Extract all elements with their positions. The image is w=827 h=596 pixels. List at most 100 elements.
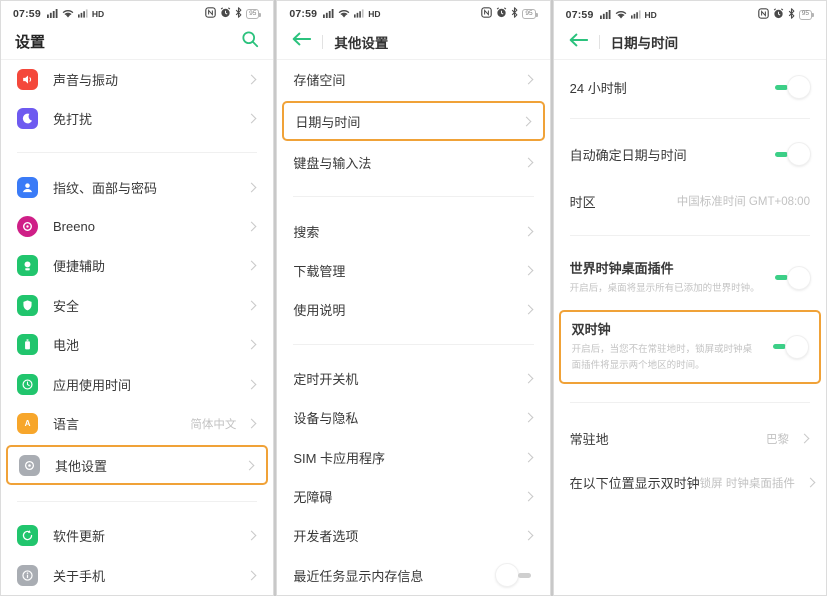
wifi-icon (62, 5, 74, 23)
settings-item-security[interactable]: 安全 (1, 286, 273, 325)
assistant-icon (17, 255, 38, 276)
battery-icon (17, 334, 38, 355)
status-bar: 07:59 HD 95 (1, 1, 273, 25)
settings-item-biometrics[interactable]: 指纹、面部与密码 (1, 167, 273, 206)
search-icon[interactable] (241, 30, 259, 53)
other-item-accessibility[interactable]: 无障碍 (277, 477, 549, 516)
item-label: 日期与时间 (295, 112, 360, 131)
chevron-right-icon (523, 266, 533, 276)
other-item-user-guide[interactable]: 使用说明 (277, 290, 549, 329)
item-value: 中国标准时间 GMT+08:00 (677, 193, 810, 209)
chevron-right-icon (247, 222, 257, 232)
24-hour-toggle[interactable] (772, 76, 810, 98)
item-label: 定时开关机 (293, 369, 358, 388)
item-label: 指纹、面部与密码 (53, 178, 157, 197)
settings-item-software-update[interactable]: 软件更新 (1, 516, 273, 555)
chevron-right-icon (521, 116, 531, 126)
back-arrow-icon[interactable] (568, 32, 588, 53)
battery-percent: 95 (249, 11, 256, 18)
other-item-scheduled-power[interactable]: 定时开关机 (277, 359, 549, 398)
chevron-right-icon (247, 182, 257, 192)
other-item-recent-tasks-memory: 最近任务显示内存信息 (277, 556, 549, 595)
chevron-right-icon (247, 570, 257, 580)
chevron-right-icon (805, 478, 815, 488)
battery-status-icon: 95 (522, 9, 535, 19)
hd-volte-icon: HD (368, 9, 380, 19)
bluetooth-icon (788, 6, 795, 24)
item-label: 电池 (53, 335, 79, 354)
other-item-downloads[interactable]: 下载管理 (277, 251, 549, 290)
alarm-icon (220, 5, 231, 23)
bluetooth-icon (235, 5, 242, 23)
item-label: 下载管理 (293, 261, 345, 280)
auto-date-time-toggle[interactable] (772, 143, 810, 165)
other-item-sim-apps[interactable]: SIM 卡应用程序 (277, 437, 549, 476)
wifi-icon (615, 6, 627, 24)
item-label: 声音与振动 (53, 70, 118, 89)
chevron-right-icon (247, 74, 257, 84)
divider (599, 35, 600, 49)
item-label: 免打扰 (53, 109, 92, 128)
item-label: 使用说明 (293, 300, 345, 319)
dt-item-dual-clock-locations[interactable]: 在以下位置显示双时钟 锁屏 时钟桌面插件 (554, 461, 826, 505)
recent-tasks-memory-toggle[interactable] (496, 564, 534, 586)
other-item-search[interactable]: 搜索 (277, 211, 549, 250)
chevron-right-icon (523, 226, 533, 236)
dt-item-resident-city[interactable]: 常驻地 巴黎 (554, 417, 826, 461)
triple-screenshot-composite: 07:59 HD 95 设置 声音与振动 (0, 0, 827, 596)
item-label: 世界时钟桌面插件 (570, 261, 674, 276)
shield-icon (17, 295, 38, 316)
other-item-keyboard[interactable]: 键盘与输入法 (277, 143, 549, 182)
settings-item-battery[interactable]: 电池 (1, 325, 273, 364)
chevron-right-icon (247, 300, 257, 310)
settings-item-screen-time[interactable]: 应用使用时间 (1, 364, 273, 403)
page-title: 其他设置 (334, 32, 388, 52)
other-item-storage[interactable]: 存储空间 (277, 60, 549, 99)
date-time-panel: 07:59 HD 95 日期与时间 24 小时制 (553, 0, 827, 596)
item-subtitle: 开启后，桌面将显示所有已添加的世界时钟。 (570, 281, 762, 298)
back-arrow-icon[interactable] (291, 31, 311, 52)
nfc-icon (481, 5, 492, 23)
item-label: 应用使用时间 (53, 375, 131, 394)
item-label: 关于手机 (53, 566, 105, 585)
status-bar: 07:59 HD 95 (554, 1, 826, 25)
chevron-right-icon (247, 114, 257, 124)
moon-icon (17, 108, 38, 129)
settings-item-about-phone[interactable]: 关于手机 (1, 556, 273, 595)
other-settings-icon (19, 455, 40, 476)
chevron-right-icon (247, 379, 257, 389)
hd-volte-icon: HD (92, 9, 104, 19)
item-label: SIM 卡应用程序 (293, 448, 385, 467)
alarm-icon (496, 5, 507, 23)
other-item-date-time[interactable]: 日期与时间 (284, 103, 542, 139)
chevron-right-icon (247, 340, 257, 350)
settings-item-sound[interactable]: 声音与振动 (1, 60, 273, 99)
item-label: 语言 (53, 414, 79, 433)
settings-item-other-settings[interactable]: 其他设置 (8, 447, 266, 483)
other-item-developer-options[interactable]: 开发者选项 (277, 516, 549, 555)
item-label: 在以下位置显示双时钟 (570, 473, 700, 492)
settings-item-dnd[interactable]: 免打扰 (1, 99, 273, 138)
battery-percent: 95 (525, 11, 532, 18)
language-icon: A (17, 413, 38, 434)
settings-item-convenience[interactable]: 便捷辅助 (1, 246, 273, 285)
dual-clock-toggle[interactable] (770, 336, 808, 358)
software-update-icon (17, 525, 38, 546)
chevron-right-icon (245, 460, 255, 470)
face-icon (17, 177, 38, 198)
breeno-icon (17, 216, 38, 237)
settings-item-language[interactable]: A 语言 简体中文 (1, 404, 273, 443)
world-clock-widget-toggle[interactable] (772, 267, 810, 289)
item-label: 软件更新 (53, 526, 105, 545)
wifi-icon (338, 5, 350, 23)
dt-item-time-zone[interactable]: 时区 中国标准时间 GMT+08:00 (554, 181, 826, 221)
chevron-right-icon (247, 261, 257, 271)
bluetooth-icon (511, 5, 518, 23)
settings-item-breeno[interactable]: Breeno (1, 207, 273, 246)
other-item-device-privacy[interactable]: 设备与隐私 (277, 398, 549, 437)
settings-header: 设置 (1, 25, 273, 59)
item-label: 常驻地 (570, 429, 609, 448)
divider (293, 344, 533, 345)
dt-item-dual-clock: 双时钟 开启后，当您不在常驻地时，锁屏或时钟桌面插件将显示两个地区的时间。 (561, 312, 819, 382)
item-label: 自动确定日期与时间 (570, 145, 687, 164)
